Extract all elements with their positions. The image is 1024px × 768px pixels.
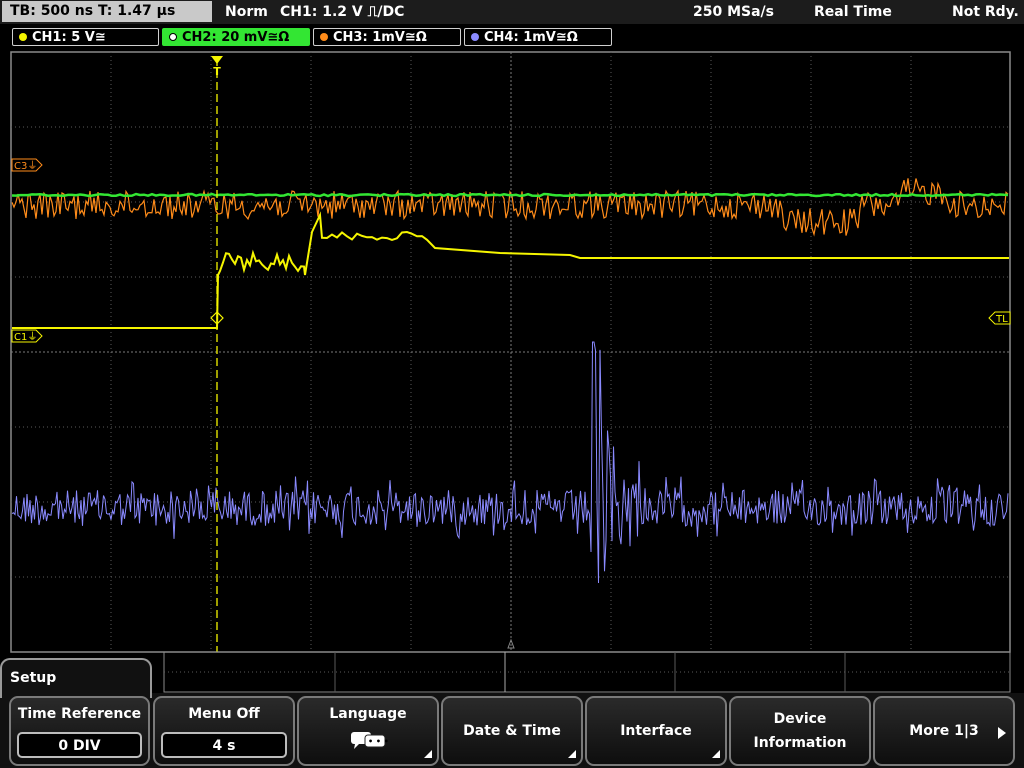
device-information-softkey[interactable]: Device Information	[729, 696, 871, 766]
date-time-softkey[interactable]: Date & Time	[441, 696, 583, 766]
ch2-waveform	[11, 192, 1009, 198]
time-reference-value: 0 DIV	[17, 732, 142, 758]
time-reference-softkey[interactable]: Time Reference 0 DIV	[9, 696, 150, 766]
zoom-strip-ticks	[164, 652, 1010, 692]
svg-text:• • •: • • •	[368, 737, 389, 746]
submenu-indicator-icon	[712, 750, 720, 758]
trigger-marker-label: T	[213, 65, 221, 78]
device-info-label-line1: Device	[773, 711, 827, 727]
c1-marker-label: C1⏚	[14, 331, 37, 343]
next-page-arrow-icon	[998, 727, 1006, 739]
language-softkey[interactable]: Language • • •	[297, 696, 439, 766]
time-reference-label: Time Reference	[17, 706, 142, 722]
interface-label: Interface	[620, 723, 692, 739]
trigger-position-marker[interactable]	[211, 56, 223, 64]
more-softkey[interactable]: More 1|3	[873, 696, 1015, 766]
language-label: Language	[329, 706, 407, 722]
menu-off-label: Menu Off	[188, 706, 260, 722]
more-label: More 1|3	[909, 723, 979, 739]
menu-off-value: 4 s	[161, 732, 287, 758]
interface-softkey[interactable]: Interface	[585, 696, 727, 766]
waveform-display[interactable]: T C3⏚ C1⏚ TL	[0, 0, 1024, 700]
date-time-label: Date & Time	[463, 723, 561, 739]
menu-off-softkey[interactable]: Menu Off 4 s	[153, 696, 295, 766]
c3-marker-label: C3⏚	[14, 160, 37, 172]
device-info-label-line2: Information	[753, 735, 847, 751]
trigger-level-label: TL	[995, 314, 1008, 325]
ch1-waveform	[12, 211, 1009, 329]
submenu-indicator-icon	[424, 750, 432, 758]
submenu-indicator-icon	[568, 750, 576, 758]
menu-title-tab: Setup	[0, 658, 152, 698]
zoom-strip	[163, 651, 1011, 693]
ch3-waveform	[11, 178, 1009, 237]
ch4-waveform	[11, 341, 1009, 584]
speech-bubbles-icon: • • •	[351, 732, 389, 749]
